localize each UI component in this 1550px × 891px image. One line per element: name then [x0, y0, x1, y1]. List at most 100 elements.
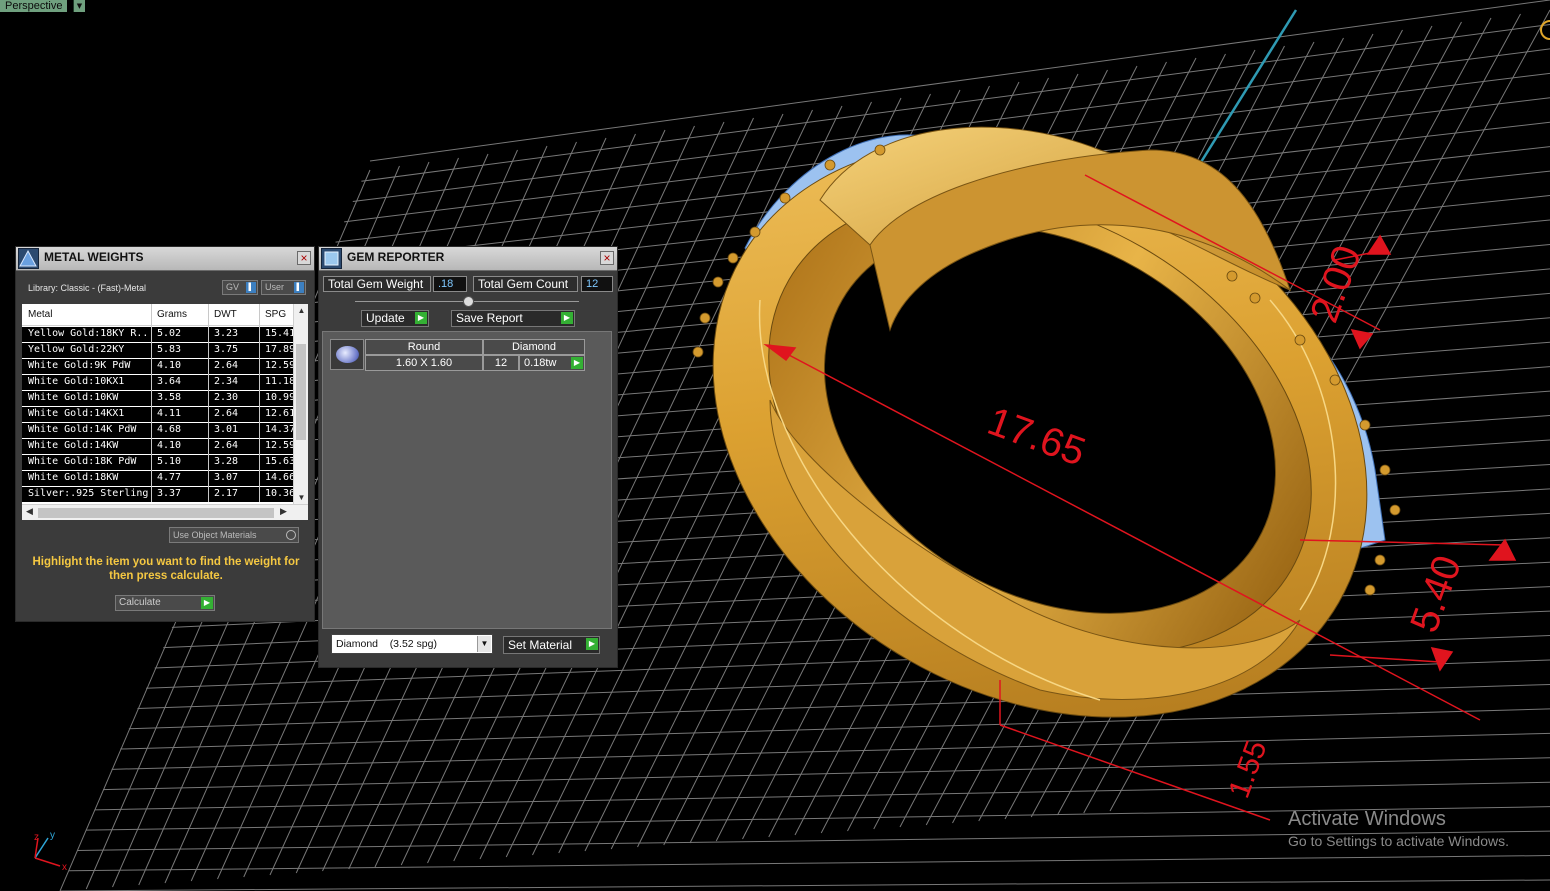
viewport-label[interactable]: Perspective [0, 0, 68, 12]
column-grams[interactable]: Grams [157, 309, 209, 320]
metal-name: White Gold:14K PdW [28, 424, 137, 435]
gv-toggle[interactable]: GV ▌ [222, 280, 258, 295]
gv-label: GV [226, 282, 240, 292]
metal-name: Silver:.925 Sterling [28, 488, 149, 499]
table-row[interactable]: White Gold:10KX1 3.64 2.34 11.18 [22, 375, 295, 391]
gem-reporter-icon [321, 248, 342, 269]
table-row[interactable]: Silver:.925 Sterling 3.37 2.17 10.36 [22, 487, 295, 503]
gem-list: Round Diamond 1.60 X 1.60 12 0.18tw ▶ [322, 331, 612, 629]
table-row[interactable]: White Gold:14K PdW 4.68 3.01 14.37 [22, 423, 295, 439]
table-row[interactable]: White Gold:10KW 3.58 2.30 10.99 [22, 391, 295, 407]
spg-value: 10.99 [265, 392, 295, 403]
spg-value: 11.18 [265, 376, 295, 387]
dwt-value: 2.64 [214, 360, 239, 371]
activate-windows-watermark: Activate Windows Go to Settings to activ… [1288, 808, 1509, 849]
grid-line [94, 781, 1550, 811]
axis-z-label: z [34, 832, 39, 843]
spg-value: 17.89 [265, 344, 295, 355]
use-object-materials-toggle[interactable]: Use Object Materials [169, 527, 299, 543]
slider-handle[interactable] [463, 296, 474, 307]
use-object-materials-label: Use Object Materials [173, 530, 257, 540]
metal-table-vscroll[interactable]: ▲ ▼ [293, 304, 308, 504]
material-select[interactable]: Diamond (3.52 spg) ▼ [331, 634, 493, 654]
table-row[interactable]: White Gold:18K PdW 5.10 3.28 15.63 [22, 455, 295, 471]
table-row[interactable]: White Gold:14KX1 4.11 2.64 12.61 [22, 407, 295, 423]
table-row[interactable]: White Gold:9K PdW 4.10 2.64 12.59 [22, 359, 295, 375]
calculate-button[interactable]: Calculate ▶ [115, 595, 215, 611]
metal-name: White Gold:18K PdW [28, 456, 137, 467]
metal-name: White Gold:10KW [28, 392, 119, 403]
dwt-value: 3.07 [214, 472, 239, 483]
grams-value: 5.10 [157, 456, 182, 467]
metal-table[interactable]: Metal Grams DWT SPG Yellow Gold:18KY R..… [22, 304, 308, 520]
save-report-label: Save Report [456, 311, 523, 325]
vscroll-thumb[interactable] [296, 344, 306, 440]
gem-reporter-title: GEM REPORTER [347, 250, 445, 264]
metal-weights-panel: METAL WEIGHTS × Library: Classic - (Fast… [15, 246, 315, 622]
spg-value: 12.59 [265, 440, 295, 451]
dwt-value: 2.64 [214, 440, 239, 451]
scroll-right-icon[interactable]: ▶ [280, 506, 287, 517]
gem-count: 12 [483, 355, 519, 371]
table-row[interactable]: Yellow Gold:18KY R... 5.02 3.23 15.41 [22, 327, 295, 343]
gv-toggle-icon[interactable]: ▌ [246, 282, 256, 293]
gem-size: 1.60 X 1.60 [365, 355, 483, 371]
grid-line [59, 879, 1550, 891]
total-gem-count-value: 12 [581, 276, 613, 292]
metal-table-header: Metal Grams DWT SPG [22, 304, 293, 326]
total-gem-weight-value: .18 [433, 276, 467, 292]
column-metal[interactable]: Metal [28, 309, 150, 320]
gem-weight[interactable]: 0.18tw ▶ [519, 355, 585, 371]
play-icon[interactable]: ▶ [571, 357, 583, 369]
metal-weights-icon [18, 248, 39, 269]
set-material-label: Set Material [508, 638, 573, 652]
dwt-value: 3.28 [214, 456, 239, 467]
user-toggle[interactable]: User ▌ [261, 280, 306, 295]
view-cube-icon[interactable] [1540, 20, 1550, 40]
scroll-left-icon[interactable]: ◀ [26, 506, 33, 517]
spg-value: 15.41 [265, 328, 295, 339]
update-button[interactable]: Update ▶ [361, 310, 429, 327]
metal-name: Yellow Gold:18KY R... [28, 328, 150, 339]
table-row[interactable]: White Gold:18KW 4.77 3.07 14.66 [22, 471, 295, 487]
dwt-value: 3.23 [214, 328, 239, 339]
grid-line [103, 757, 1550, 791]
play-icon: ▶ [586, 638, 598, 650]
scroll-down-icon[interactable]: ▼ [294, 493, 308, 502]
spg-value: 12.61 [265, 408, 295, 419]
total-gem-count-label: Total Gem Count [473, 276, 578, 292]
metal-weights-close-icon[interactable]: × [297, 251, 311, 265]
dwt-value: 2.64 [214, 408, 239, 419]
dwt-value: 3.01 [214, 424, 239, 435]
gem-reporter-titlebar[interactable]: GEM REPORTER × [319, 247, 617, 271]
user-toggle-icon[interactable]: ▌ [294, 282, 304, 293]
spg-value: 14.37 [265, 424, 295, 435]
play-icon: ▶ [415, 312, 427, 324]
table-row[interactable]: Yellow Gold:22KY 5.83 3.75 17.89 [22, 343, 295, 359]
column-spg[interactable]: SPG [265, 309, 295, 320]
save-report-button[interactable]: Save Report ▶ [451, 310, 575, 327]
dwt-value: 2.17 [214, 488, 239, 499]
set-material-button[interactable]: Set Material ▶ [503, 636, 600, 654]
material-select-value: Diamond (3.52 spg) [336, 638, 437, 650]
metal-table-hscroll[interactable]: ◀ ▶ [22, 504, 308, 520]
radio-icon[interactable] [286, 530, 296, 540]
axis-gizmo: x y z [34, 830, 67, 873]
grams-value: 5.83 [157, 344, 182, 355]
round-gem-icon [336, 346, 359, 363]
table-row[interactable]: White Gold:14KW 4.10 2.64 12.59 [22, 439, 295, 455]
gem-row-icon [330, 339, 364, 370]
metal-weights-titlebar[interactable]: METAL WEIGHTS × [16, 247, 314, 271]
update-label: Update [366, 311, 405, 325]
user-label: User [265, 282, 285, 292]
hscroll-thumb[interactable] [38, 508, 274, 518]
grid-line [128, 683, 1550, 730]
dimension-top-label: 2.00 [1302, 240, 1370, 328]
dwt-value: 2.30 [214, 392, 239, 403]
chevron-down-icon[interactable]: ▼ [477, 636, 491, 652]
viewport-menu-icon[interactable]: ▼ [73, 0, 85, 12]
gem-reporter-close-icon[interactable]: × [600, 251, 614, 265]
scroll-up-icon[interactable]: ▲ [294, 306, 308, 315]
grams-value: 3.58 [157, 392, 182, 403]
column-dwt[interactable]: DWT [214, 309, 258, 320]
